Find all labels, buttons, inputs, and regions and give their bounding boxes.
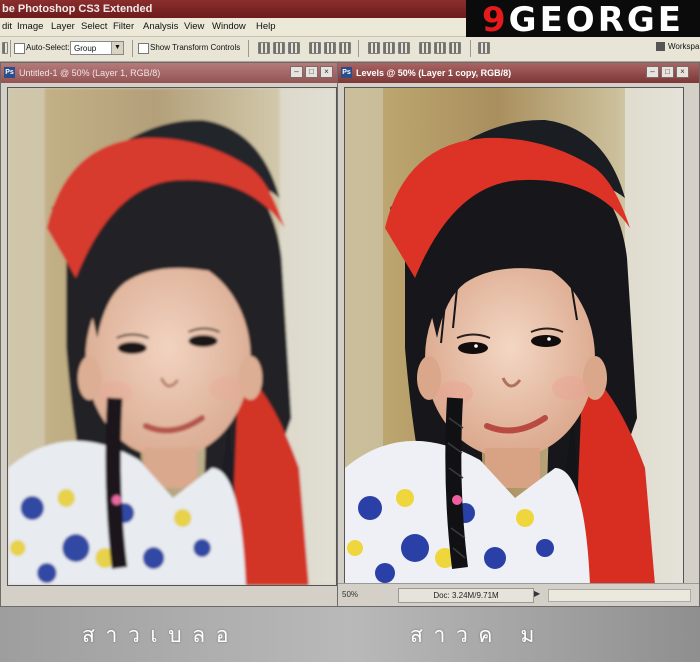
menu-filter[interactable]: Filter xyxy=(113,21,134,32)
maximize-icon[interactable]: □ xyxy=(305,66,318,78)
document-window-right: Ps Levels @ 50% (Layer 1 copy, RGB/8) – … xyxy=(337,62,700,607)
auto-select-checkbox[interactable] xyxy=(14,43,25,54)
menu-bar: dit Image Layer Select Filter Analysis V… xyxy=(0,18,466,37)
divider xyxy=(10,40,11,57)
auto-select-dropdown[interactable]: Group ▼ xyxy=(70,41,124,55)
distribute-hcenter-icon[interactable] xyxy=(434,42,446,54)
divider xyxy=(358,40,359,57)
transform-controls-label: Show Transform Controls xyxy=(150,43,241,52)
distribute-right-icon[interactable] xyxy=(449,42,461,54)
minimize-icon[interactable]: – xyxy=(646,66,659,78)
photo-sharp xyxy=(345,88,683,585)
distribute-left-icon[interactable] xyxy=(419,42,431,54)
auto-align-icon[interactable] xyxy=(478,42,490,54)
photoshop-icon: Ps xyxy=(4,67,15,78)
divider xyxy=(248,40,249,57)
logo: 9GEORGE xyxy=(466,0,700,40)
close-icon[interactable]: × xyxy=(676,66,689,78)
menu-analysis[interactable]: Analysis xyxy=(143,21,178,32)
workspace-icon[interactable] xyxy=(656,42,665,51)
logo-prefix: 9 xyxy=(481,0,509,40)
photoshop-icon: Ps xyxy=(341,67,352,78)
photo-soft xyxy=(8,88,336,585)
distribute-top-icon[interactable] xyxy=(368,42,380,54)
app-title: be Photoshop CS3 Extended xyxy=(2,3,153,15)
image-canvas[interactable] xyxy=(344,87,684,586)
chevron-down-icon: ▼ xyxy=(111,42,123,54)
menu-select[interactable]: Select xyxy=(81,21,107,32)
caption-right: ส า ว ค ม xyxy=(410,623,537,647)
status-menu-arrow-icon[interactable]: ▶ xyxy=(534,589,540,598)
image-canvas[interactable] xyxy=(7,87,337,586)
logo-text: 9GEORGE xyxy=(466,0,700,40)
document-window-left: Ps Untitled-1 @ 50% (Layer 1, RGB/8) – □… xyxy=(0,62,338,607)
distribute-bottom-icon[interactable] xyxy=(398,42,410,54)
horizontal-scrollbar[interactable] xyxy=(548,589,691,602)
zoom-level[interactable]: 50% xyxy=(342,590,358,599)
menu-help[interactable]: Help xyxy=(256,21,276,32)
document-title-bar[interactable]: Ps Untitled-1 @ 50% (Layer 1, RGB/8) – □… xyxy=(1,63,337,83)
move-tool-icon[interactable] xyxy=(2,42,8,54)
document-size[interactable]: Doc: 3.24M/9.71M xyxy=(398,588,534,603)
status-bar: 50% Doc: 3.24M/9.71M ▶ xyxy=(338,583,699,606)
transform-controls-checkbox[interactable] xyxy=(138,43,149,54)
logo-word: GEORGE xyxy=(508,0,685,40)
align-top-icon[interactable] xyxy=(258,42,270,54)
distribute-vcenter-icon[interactable] xyxy=(383,42,395,54)
document-title: Untitled-1 @ 50% (Layer 1, RGB/8) xyxy=(19,68,161,78)
align-hcenter-icon[interactable] xyxy=(324,42,336,54)
align-bottom-icon[interactable] xyxy=(288,42,300,54)
auto-select-value: Group xyxy=(74,44,97,53)
options-bar: Auto-Select: Group ▼ Show Transform Contr… xyxy=(0,37,700,62)
caption-bar: ส า ว เ บ ล อ ส า ว ค ม xyxy=(0,607,700,662)
align-vcenter-icon[interactable] xyxy=(273,42,285,54)
workspace-menu[interactable]: Workspa xyxy=(668,42,699,51)
align-right-icon[interactable] xyxy=(339,42,351,54)
document-title: Levels @ 50% (Layer 1 copy, RGB/8) xyxy=(356,68,512,78)
menu-image[interactable]: Image xyxy=(17,21,43,32)
align-left-icon[interactable] xyxy=(309,42,321,54)
menu-window[interactable]: Window xyxy=(212,21,246,32)
close-icon[interactable]: × xyxy=(320,66,333,78)
maximize-icon[interactable]: □ xyxy=(661,66,674,78)
document-title-bar[interactable]: Ps Levels @ 50% (Layer 1 copy, RGB/8) – … xyxy=(338,63,699,83)
menu-view[interactable]: View xyxy=(184,21,204,32)
divider xyxy=(132,40,133,57)
caption-left: ส า ว เ บ ล อ xyxy=(82,623,231,647)
minimize-icon[interactable]: – xyxy=(290,66,303,78)
divider xyxy=(470,40,471,57)
menu-layer[interactable]: Layer xyxy=(51,21,75,32)
menu-edit[interactable]: dit xyxy=(2,21,12,32)
auto-select-label: Auto-Select: xyxy=(26,43,70,52)
